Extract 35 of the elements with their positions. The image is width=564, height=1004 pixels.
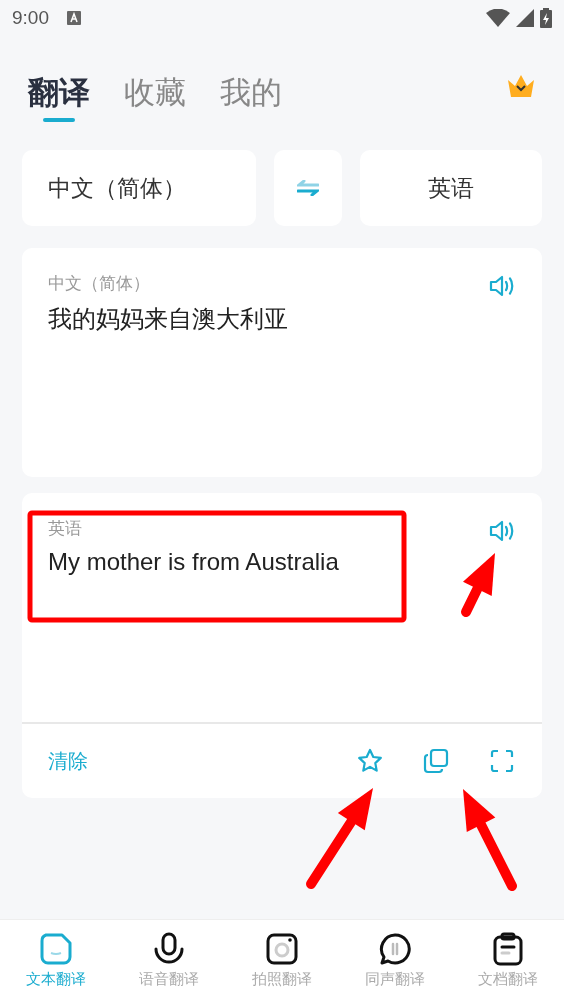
speech-bubble-icon (377, 932, 412, 966)
tab[interactable]: 翻译 (28, 72, 90, 122)
signal-icon (516, 9, 534, 27)
document-icon (39, 932, 74, 966)
swap-icon (297, 180, 319, 196)
speaker-icon (489, 519, 515, 543)
clear-button[interactable]: 清除 (48, 747, 88, 775)
camera-icon (265, 932, 299, 966)
speaker-icon (489, 274, 515, 298)
annotation-arrow (461, 553, 495, 617)
fullscreen-icon (490, 749, 514, 773)
source-language-button[interactable]: 中文（简体） (22, 150, 256, 226)
copy-icon (423, 748, 449, 774)
nav-item[interactable]: 文本翻译 (0, 920, 113, 1004)
source-text: 我的妈妈来自澳大利亚 (48, 304, 289, 335)
fullscreen-button[interactable] (488, 747, 516, 775)
nav-item[interactable]: 拍照翻译 (225, 920, 339, 1004)
swap-languages-button[interactable] (273, 150, 343, 226)
nav-item[interactable]: 语音翻译 (112, 920, 226, 1004)
nav-item[interactable]: 同声翻译 (338, 920, 452, 1004)
battery-icon (540, 8, 552, 28)
result-text: My mother is from Australia (48, 548, 340, 576)
tab[interactable]: 我的 (220, 72, 282, 112)
wifi-icon (486, 9, 510, 27)
status-time: 9:00 (12, 7, 49, 29)
result-language-label: 英语 (48, 517, 83, 540)
crown-icon[interactable] (506, 74, 536, 98)
target-language-button[interactable]: 英语 (360, 150, 542, 226)
copy-button[interactable] (422, 747, 450, 775)
star-icon (357, 748, 383, 774)
source-language-label: 中文（简体） (48, 272, 151, 295)
notification-icon (67, 11, 81, 25)
tab[interactable]: 收藏 (124, 72, 186, 112)
nav-item[interactable]: 文档翻译 (451, 920, 564, 1004)
favorite-button[interactable] (356, 747, 384, 775)
